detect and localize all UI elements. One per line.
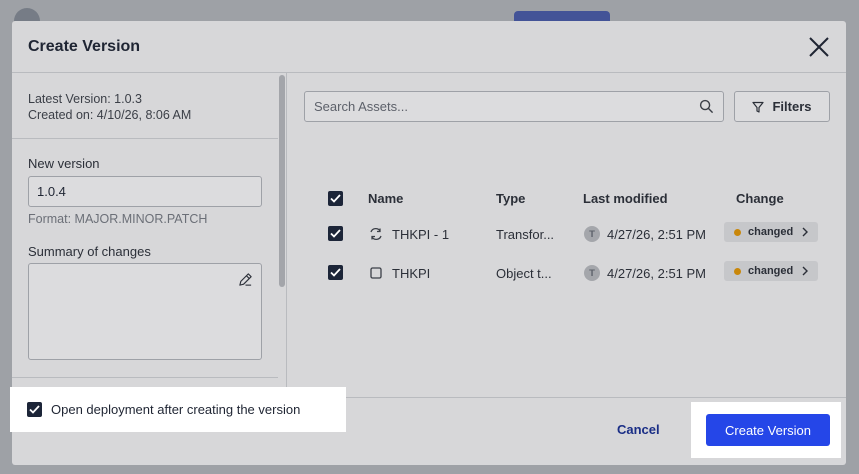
- create-version-button[interactable]: Create Version: [706, 414, 830, 446]
- select-all-checkbox[interactable]: [328, 191, 343, 206]
- open-deployment-checkbox-row[interactable]: Open deployment after creating the versi…: [10, 387, 346, 432]
- new-version-label: New version: [28, 156, 100, 171]
- search-assets-box[interactable]: [304, 91, 724, 122]
- status-dot: [734, 228, 741, 236]
- asset-name[interactable]: THKPI: [392, 266, 430, 281]
- check-icon: [330, 229, 341, 238]
- search-input[interactable]: [305, 92, 689, 121]
- format-hint: Format: MAJOR.MINOR.PATCH: [28, 212, 208, 226]
- edit-pen-icon: [239, 273, 252, 286]
- filter-icon: [752, 101, 765, 113]
- close-icon[interactable]: [808, 36, 830, 58]
- cancel-button[interactable]: Cancel: [617, 422, 660, 437]
- transform-icon: [370, 227, 382, 241]
- avatar: T: [584, 265, 600, 281]
- open-deployment-label[interactable]: Open deployment after creating the versi…: [51, 402, 300, 417]
- asset-name[interactable]: THKPI - 1: [392, 227, 449, 242]
- scrollbar-thumb[interactable]: [279, 75, 285, 287]
- check-icon: [330, 268, 341, 277]
- version-details-panel: Latest Version: 1.0.3 Created on: 4/10/2…: [12, 73, 287, 397]
- new-version-input[interactable]: [28, 176, 262, 207]
- column-header-type[interactable]: Type: [496, 191, 525, 206]
- asset-last-modified: 4/27/26, 2:51 PM: [607, 227, 707, 242]
- change-status: changed: [748, 226, 794, 238]
- change-badge[interactable]: changed: [724, 261, 818, 281]
- summary-textarea[interactable]: [28, 263, 262, 360]
- status-dot: [734, 267, 741, 275]
- asset-last-modified: 4/27/26, 2:51 PM: [607, 266, 707, 281]
- asset-type: Object t...: [496, 266, 552, 281]
- filters-label: Filters: [772, 99, 812, 114]
- dialog-header: Create Version: [12, 21, 846, 73]
- create-version-highlight: Create Version: [691, 402, 841, 458]
- row-checkbox[interactable]: [328, 265, 343, 280]
- column-header-change[interactable]: Change: [736, 191, 784, 206]
- column-header-name[interactable]: Name: [368, 191, 403, 206]
- avatar: T: [584, 226, 600, 242]
- row-checkbox[interactable]: [328, 226, 343, 241]
- open-deployment-checkbox[interactable]: [27, 402, 42, 417]
- summary-label: Summary of changes: [28, 244, 151, 259]
- change-status: changed: [748, 265, 794, 277]
- check-icon: [29, 405, 40, 414]
- created-on-text: Created on: 4/10/26, 8:06 AM: [28, 108, 192, 122]
- left-panel-divider: [12, 377, 278, 378]
- latest-version-text: Latest Version: 1.0.3: [28, 92, 142, 106]
- column-header-last-modified[interactable]: Last modified: [583, 191, 668, 206]
- asset-type: Transfor...: [496, 227, 555, 242]
- object-type-icon: [370, 267, 382, 279]
- check-icon: [330, 194, 341, 203]
- left-panel-scrollbar[interactable]: [278, 73, 286, 397]
- filters-button[interactable]: Filters: [734, 91, 830, 122]
- dialog-title: Create Version: [28, 38, 141, 55]
- chevron-right-icon: [802, 227, 808, 237]
- latest-version-info: Latest Version: 1.0.3 Created on: 4/10/2…: [12, 73, 278, 139]
- chevron-right-icon: [802, 266, 808, 276]
- assets-panel: Filters Name Type Last modified Change T…: [288, 73, 846, 397]
- change-badge[interactable]: changed: [724, 222, 818, 242]
- search-icon[interactable]: [699, 99, 714, 114]
